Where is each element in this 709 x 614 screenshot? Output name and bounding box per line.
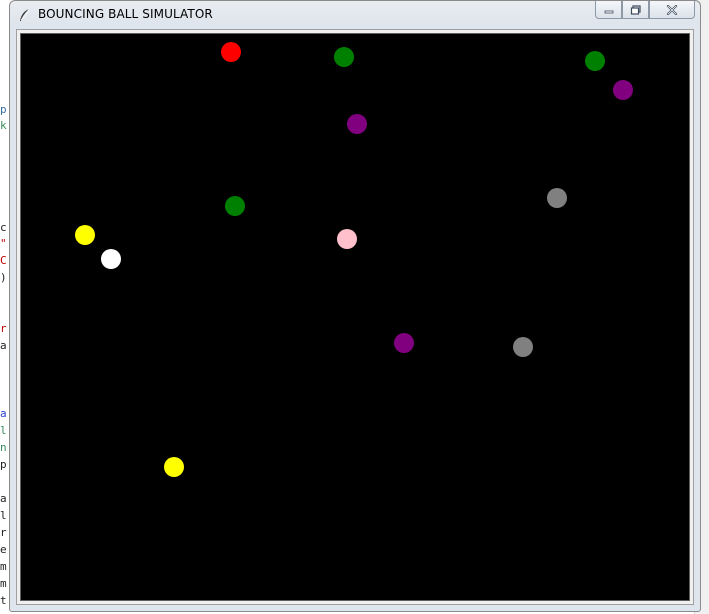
bouncing-ball: [225, 196, 245, 216]
editor-char: m: [0, 560, 7, 573]
editor-char: ): [0, 271, 7, 284]
bouncing-ball: [101, 249, 121, 269]
editor-char: p: [0, 103, 7, 116]
editor-char: l: [0, 509, 7, 522]
minimize-button[interactable]: [595, 1, 622, 19]
editor-char: C: [0, 254, 7, 267]
window-title: BOUNCING BALL SIMULATOR: [38, 7, 213, 21]
bouncing-ball: [513, 337, 533, 357]
minimize-icon: [603, 0, 615, 19]
maximize-button[interactable]: [622, 1, 649, 19]
close-icon: [666, 0, 678, 19]
bouncing-ball: [334, 47, 354, 67]
editor-char: l: [0, 424, 7, 437]
feather-icon: [18, 7, 32, 21]
simulation-canvas[interactable]: [20, 33, 690, 601]
editor-char: m: [0, 577, 7, 590]
bouncing-ball: [394, 333, 414, 353]
bouncing-ball: [75, 225, 95, 245]
title-bar[interactable]: BOUNCING BALL SIMULATOR: [10, 1, 700, 27]
editor-char: t: [0, 594, 7, 607]
bouncing-ball: [337, 229, 357, 249]
editor-char: a: [0, 339, 7, 352]
close-button[interactable]: [649, 1, 695, 19]
bouncing-ball: [221, 42, 241, 62]
editor-char: k: [0, 119, 7, 132]
bouncing-ball: [547, 188, 567, 208]
editor-char: n: [0, 441, 7, 454]
editor-char: e: [0, 543, 7, 556]
editor-char: r: [0, 322, 7, 335]
restore-icon: [630, 0, 642, 19]
editor-char: a: [0, 492, 7, 505]
editor-char: ": [0, 237, 7, 250]
bouncing-ball: [164, 457, 184, 477]
simulator-window: BOUNCING BALL SIMULATOR: [9, 0, 701, 612]
editor-char: r: [0, 526, 7, 539]
editor-char: c: [0, 221, 7, 234]
bouncing-ball: [585, 51, 605, 71]
window-client-area: [16, 29, 694, 605]
bouncing-ball: [347, 114, 367, 134]
bouncing-ball: [613, 80, 633, 100]
editor-char: p: [0, 458, 7, 471]
window-controls: [595, 1, 695, 20]
editor-char: a: [0, 407, 7, 420]
